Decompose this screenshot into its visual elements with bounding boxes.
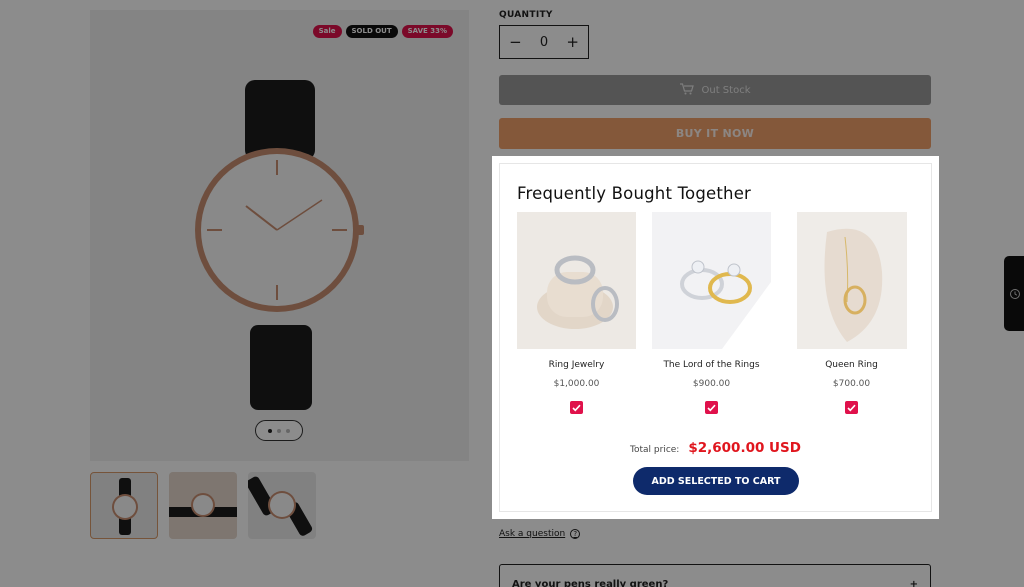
total-price-value: $2,600.00 USD — [688, 440, 801, 456]
popup-title: Frequently Bought Together — [517, 184, 752, 203]
check-icon — [847, 404, 856, 411]
product-card: Ring Jewelry $1,000.00 — [517, 212, 636, 414]
product-image[interactable] — [796, 212, 907, 349]
product-price: $700.00 — [832, 379, 871, 389]
product-checkbox[interactable] — [845, 401, 858, 414]
check-icon — [572, 404, 581, 411]
product-list: Ring Jewelry $1,000.00 The Lord of the R… — [517, 212, 927, 414]
product-image[interactable] — [517, 212, 636, 349]
product-image[interactable] — [652, 212, 771, 349]
product-name[interactable]: Queen Ring — [825, 360, 878, 370]
check-icon — [707, 404, 716, 411]
frequently-bought-popup: Frequently Bought Together Ring Jewelry … — [492, 156, 939, 519]
product-price: $1,000.00 — [553, 379, 600, 389]
product-checkbox[interactable] — [705, 401, 718, 414]
total-price-row: Total price: $2,600.00 USD — [500, 440, 931, 456]
product-name[interactable]: Ring Jewelry — [549, 360, 605, 370]
total-price-label: Total price: — [630, 445, 680, 455]
product-name[interactable]: The Lord of the Rings — [663, 360, 759, 370]
product-checkbox[interactable] — [570, 401, 583, 414]
product-price: $900.00 — [692, 379, 731, 389]
product-card: The Lord of the Rings $900.00 — [652, 212, 771, 414]
add-selected-to-cart-button[interactable]: ADD SELECTED TO CART — [633, 467, 799, 495]
product-card: Queen Ring $700.00 — [792, 212, 911, 414]
